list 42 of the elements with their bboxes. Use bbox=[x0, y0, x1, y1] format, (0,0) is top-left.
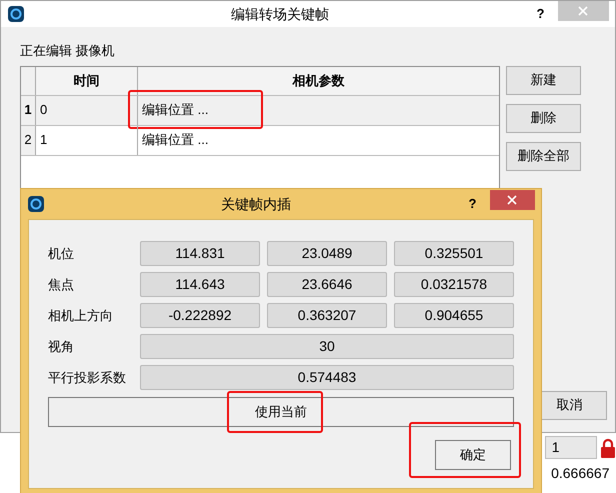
value-field[interactable]: 23.0489 bbox=[267, 241, 387, 266]
value-field[interactable]: 0.325501 bbox=[394, 241, 514, 266]
lock-icon[interactable] bbox=[600, 438, 616, 458]
column-header[interactable]: 时间 bbox=[36, 66, 138, 94]
value-field[interactable]: 114.831 bbox=[140, 241, 260, 266]
field-label: 相机上方向 bbox=[48, 308, 113, 323]
side-button[interactable]: 删除 bbox=[506, 104, 581, 132]
table-cell: 编辑位置 ... bbox=[138, 96, 498, 124]
value-field[interactable]: 1 bbox=[544, 436, 597, 460]
table-cell: 0 bbox=[36, 96, 138, 124]
close-icon bbox=[507, 195, 517, 205]
editing-label: 正在编辑 摄像机 bbox=[20, 43, 115, 58]
field-label: 焦点 bbox=[48, 276, 74, 292]
value-field[interactable]: 0.0321578 bbox=[394, 272, 514, 297]
close-icon bbox=[578, 6, 588, 16]
value-field[interactable]: 0.904655 bbox=[394, 303, 514, 328]
dialog-title: 关键帧内插 bbox=[221, 196, 292, 212]
column-header[interactable]: 相机参数 bbox=[138, 66, 498, 94]
table-cell: 1 bbox=[36, 126, 138, 154]
side-button[interactable]: 新建 bbox=[506, 66, 581, 94]
table-cell-text: 编辑位置 ... bbox=[141, 131, 210, 150]
side-button[interactable]: 删除全部 bbox=[506, 142, 581, 170]
ok-button[interactable]: 确定 bbox=[434, 440, 511, 470]
help-button[interactable]: ? bbox=[536, 4, 544, 24]
app-icon bbox=[8, 6, 24, 22]
close-button[interactable] bbox=[490, 190, 534, 210]
field-label: 平行投影系数 bbox=[48, 370, 126, 385]
help-button[interactable]: ? bbox=[468, 194, 476, 214]
field-label: 视角 bbox=[48, 338, 74, 354]
row-number[interactable]: 2 bbox=[21, 126, 36, 154]
field-label: 机位 bbox=[48, 246, 74, 261]
value-field[interactable]: 30 bbox=[140, 334, 514, 359]
table-row[interactable]: 2 1 编辑位置 ... bbox=[21, 126, 498, 156]
value-field[interactable]: 23.6646 bbox=[267, 272, 387, 297]
reading-value: 0.666667 bbox=[551, 464, 610, 480]
value-field[interactable]: 114.643 bbox=[140, 272, 260, 297]
value-field[interactable]: 0.363207 bbox=[267, 303, 387, 328]
window-title: 编辑转场关键帧 bbox=[231, 6, 330, 22]
app-icon bbox=[28, 196, 44, 212]
value-field[interactable]: 0.574483 bbox=[140, 365, 514, 390]
value-field[interactable]: -0.222892 bbox=[140, 303, 260, 328]
use-current-button[interactable]: 使用当前 bbox=[48, 396, 514, 426]
